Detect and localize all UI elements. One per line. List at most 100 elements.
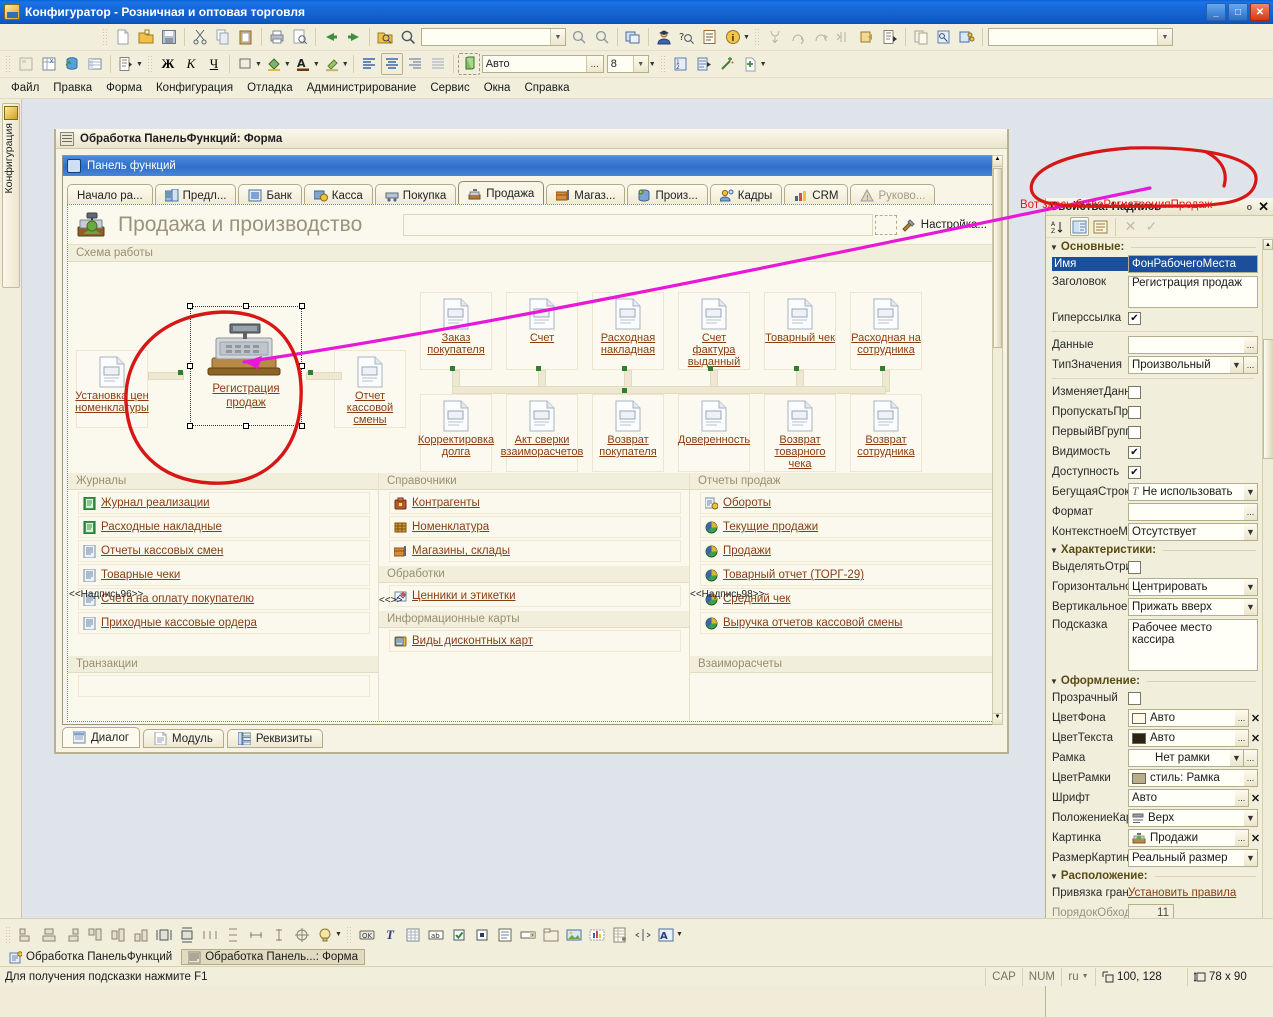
prop-row-bordercolor[interactable]: ЦветРамки стиль: Рамка ... <box>1046 768 1262 788</box>
list-item[interactable]: Приходные кассовые ордера <box>78 612 370 634</box>
tab-crm[interactable]: CRM <box>784 184 849 206</box>
module-dropdown-icon[interactable]: ▼ <box>136 61 143 68</box>
node-korrektirovka-dolga[interactable]: Корректировка долга <box>418 394 494 472</box>
print-icon[interactable] <box>266 26 288 48</box>
context-combo[interactable]: ▼ <box>987 28 1173 46</box>
prop-row-skipinput[interactable]: ПропускатьПриВводе <box>1046 402 1262 422</box>
picture-size-chevron-icon[interactable]: ▼ <box>1244 849 1258 867</box>
prop-row-hyperlink[interactable]: Гиперссылка ✔ <box>1046 308 1262 328</box>
prop-row-transparent[interactable]: Прозрачный <box>1046 688 1262 708</box>
list-item-label[interactable]: Журнал реализации <box>101 497 210 509</box>
marquee-chevron-icon[interactable]: ▼ <box>1244 483 1258 501</box>
horizontal-chevron-icon[interactable]: ▼ <box>1244 578 1258 596</box>
prop-row-border[interactable]: Рамка Нет рамки ▼ ... <box>1046 748 1262 768</box>
list-item-label[interactable]: Продажи <box>723 545 771 557</box>
menu-item-edit[interactable]: Правка <box>46 80 99 96</box>
find-next-icon[interactable] <box>591 26 613 48</box>
resize-handle-n[interactable] <box>243 303 249 309</box>
font-family-input[interactable]: Авто ... <box>481 55 604 73</box>
list-item[interactable]: Текущие продажи <box>700 516 993 538</box>
list-item[interactable]: Номенклатура <box>389 516 681 538</box>
module-list-icon[interactable] <box>115 53 137 75</box>
list-item-label[interactable]: Ценники и этикетки <box>412 590 516 602</box>
center-in-form-icon[interactable] <box>291 924 313 946</box>
backcolor-field[interactable]: Авто <box>1128 709 1239 727</box>
add-element-icon[interactable] <box>739 53 761 75</box>
scroll-down-icon[interactable]: ▼ <box>993 713 1002 724</box>
info-icon[interactable]: i <box>722 26 744 48</box>
insert-spreadsheet-icon[interactable] <box>609 924 631 946</box>
links-icon[interactable] <box>956 26 978 48</box>
data-input[interactable] <box>1128 336 1248 354</box>
database-icon[interactable] <box>61 53 83 75</box>
open-file-icon[interactable] <box>135 26 157 48</box>
align-left-icon[interactable] <box>358 53 380 75</box>
node-vozvrat-tovarnogo-cheka[interactable]: Возврат товарного чека <box>764 394 836 472</box>
list-item[interactable]: Отчеты кассовых смен <box>78 540 370 562</box>
vertical-combo[interactable]: Прижать вверх <box>1128 598 1248 616</box>
font-family-browse-icon[interactable]: ... <box>585 56 603 72</box>
equal-vertical-spacing-icon[interactable] <box>222 924 244 946</box>
node-vozvrat-pokupatelya[interactable]: Возврат покупателя <box>592 394 664 472</box>
font-size-chevron-icon[interactable]: ▼ <box>632 56 648 72</box>
valuetype-browse-icon[interactable]: ... <box>1244 356 1258 374</box>
prop-row-changesdata[interactable]: ИзменяетДанные <box>1046 382 1262 402</box>
format-grip[interactable] <box>5 55 11 73</box>
center-vertically-icon[interactable] <box>176 924 198 946</box>
resize-handle-e[interactable] <box>299 363 305 369</box>
align-bottom-edges-icon[interactable] <box>130 924 152 946</box>
tab-bank[interactable]: Банк <box>238 184 302 206</box>
align-overflow-icon[interactable]: ▼ <box>335 931 342 938</box>
list-item-label[interactable]: Магазины, склады <box>412 545 510 557</box>
chevron-down-icon[interactable]: ▼ <box>550 29 565 45</box>
print-preview-icon[interactable] <box>289 26 311 48</box>
border-combo[interactable]: Нет рамки <box>1128 749 1234 767</box>
form-layout-icon[interactable] <box>15 53 37 75</box>
tab-kadry[interactable]: Кадры <box>709 184 783 206</box>
backcolor-browse-icon[interactable]: ... <box>1235 709 1249 727</box>
insert-page-icon[interactable] <box>540 924 562 946</box>
node-vozvrat-sotrudnika[interactable]: Возврат сотрудника <box>850 394 922 472</box>
picture-clear-icon[interactable]: ✕ <box>1249 829 1262 847</box>
prop-row-tooltip[interactable]: Подсказка Рабочее место кассира <box>1046 617 1262 673</box>
list-item[interactable]: Обороты <box>700 492 993 514</box>
vertical-chevron-icon[interactable]: ▼ <box>1244 598 1258 616</box>
list-item[interactable]: Журнал реализации <box>78 492 370 514</box>
underline-button[interactable]: Ч <box>203 53 225 75</box>
textcolor-field[interactable]: Авто <box>1128 729 1239 747</box>
node-doverennost[interactable]: Доверенность <box>678 394 750 472</box>
list-item[interactable]: Ценники и этикетки <box>389 585 681 607</box>
tab-proizvodstvo[interactable]: Произ... <box>627 184 708 206</box>
run-module-icon[interactable] <box>879 26 901 48</box>
magic-wand-icon[interactable] <box>716 53 738 75</box>
insert-textbox-icon[interactable]: ab <box>425 924 447 946</box>
insert-checkbox-icon[interactable] <box>448 924 470 946</box>
menu-item-help[interactable]: Справка <box>517 80 576 96</box>
border-chevron-icon[interactable]: ▼ <box>1230 749 1244 767</box>
list-item-label[interactable]: Товарные чеки <box>101 569 180 581</box>
format-browse-icon[interactable]: ... <box>1244 503 1258 521</box>
data-browse-icon[interactable]: ... <box>1244 336 1258 354</box>
node-rashodnaya-nakladnaya[interactable]: Расходная накладная <box>592 292 664 370</box>
resize-handle-se[interactable] <box>299 423 305 429</box>
list-item[interactable]: Выручка отчетов кассовой смены <box>700 612 993 634</box>
insert-radio-icon[interactable] <box>471 924 493 946</box>
properties-icon[interactable] <box>699 26 721 48</box>
picture-field[interactable]: Продажи <box>1128 829 1239 847</box>
tab-dialog[interactable]: Диалог <box>62 727 141 748</box>
list-item[interactable]: Контрагенты <box>389 492 681 514</box>
highlight-icon[interactable] <box>321 53 343 75</box>
align-right-edges-icon[interactable] <box>61 924 83 946</box>
enabled-checkbox[interactable]: ✔ <box>1128 465 1141 479</box>
tab-nachalo-raboty[interactable]: Начало ра... <box>67 184 153 206</box>
compare-icon[interactable] <box>910 26 932 48</box>
insert-splitter-icon[interactable] <box>632 924 654 946</box>
save-icon[interactable] <box>158 26 180 48</box>
list-item-label[interactable]: Виды дисконтных карт <box>412 635 533 647</box>
pin-icon[interactable]: o <box>1247 202 1253 212</box>
menu-item-service[interactable]: Сервис <box>423 80 476 96</box>
cut-icon[interactable] <box>189 26 211 48</box>
grid-view-icon[interactable] <box>84 53 106 75</box>
prop-row-format[interactable]: Формат ... <box>1046 502 1262 522</box>
align-centers-h-icon[interactable] <box>38 924 60 946</box>
